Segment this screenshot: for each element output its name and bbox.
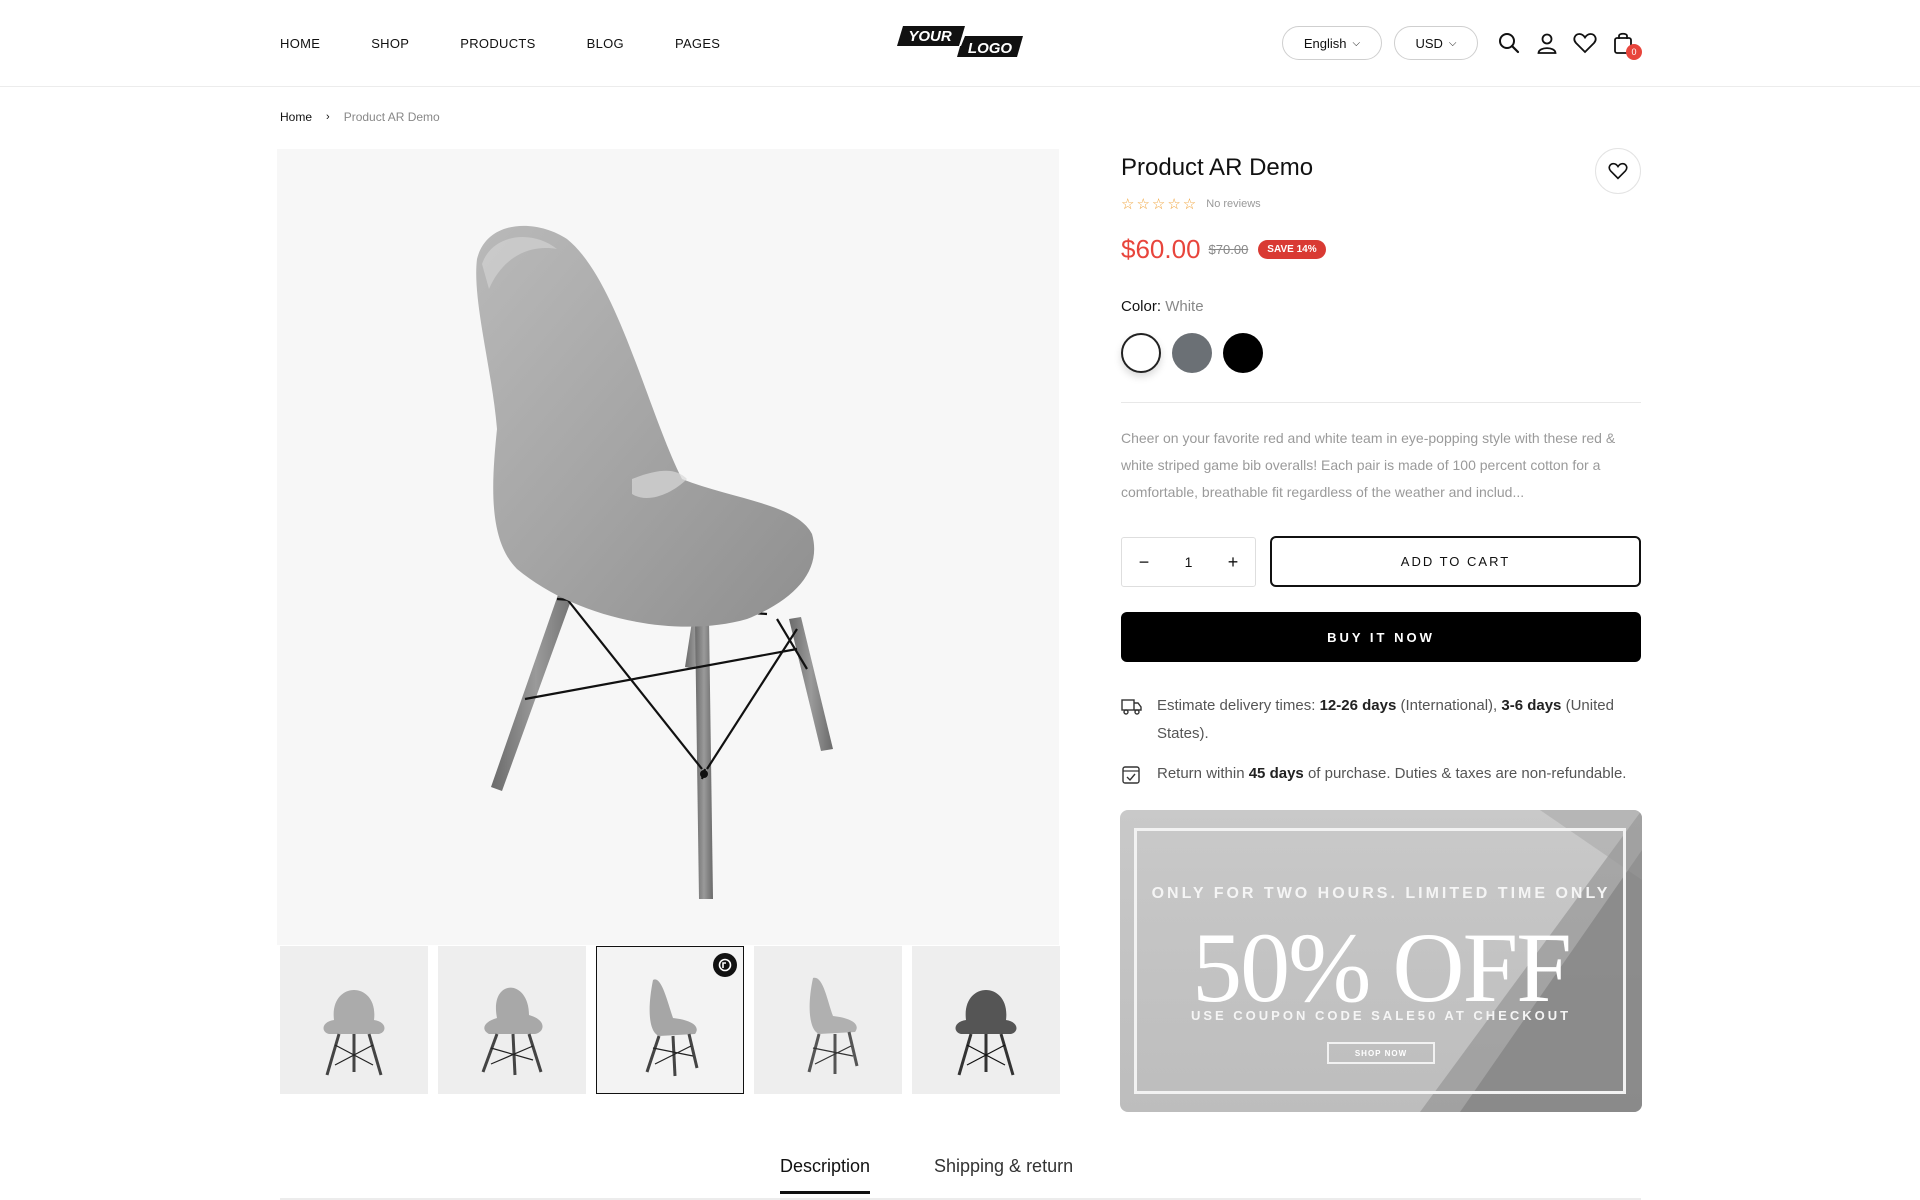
quantity-stepper: − 1 + bbox=[1121, 537, 1256, 587]
thumbnail-active[interactable] bbox=[596, 946, 744, 1094]
breadcrumb-home[interactable]: Home bbox=[280, 110, 312, 124]
delivery-intl-days: 12-26 days bbox=[1319, 697, 1397, 714]
thumbnail[interactable] bbox=[438, 946, 586, 1094]
add-to-wishlist-button[interactable] bbox=[1595, 148, 1641, 194]
banner-subtitle: ONLY FOR TWO HOURS. LIMITED TIME ONLY bbox=[1151, 885, 1611, 902]
search-icon[interactable] bbox=[1496, 30, 1522, 56]
buy-now-button[interactable]: BUY IT NOW bbox=[1121, 612, 1641, 662]
product-description: Cheer on your favorite red and white tea… bbox=[1121, 430, 1616, 500]
selected-color: White bbox=[1165, 298, 1204, 315]
promo-banner[interactable]: ONLY FOR TWO HOURS. LIMITED TIME ONLY 50… bbox=[1120, 810, 1642, 1112]
nav-shop[interactable]: SHOP bbox=[371, 36, 409, 51]
divider bbox=[1121, 402, 1641, 403]
chevron-down-icon: ⌵ bbox=[1448, 37, 1457, 49]
delivery-text: Estimate delivery times: 12-26 days (Int… bbox=[1157, 692, 1642, 748]
thumbnail[interactable] bbox=[754, 946, 902, 1094]
cart-count-badge: 0 bbox=[1626, 44, 1642, 60]
swatch-grey[interactable] bbox=[1172, 333, 1212, 373]
chair-thumb-image bbox=[955, 990, 1017, 1076]
breadcrumb-separator: › bbox=[326, 111, 330, 123]
account-icon[interactable] bbox=[1534, 30, 1560, 56]
return-suffix: of purchase. Duties & taxes are non-refu… bbox=[1307, 765, 1627, 782]
product-main-image[interactable] bbox=[277, 149, 1059, 945]
nav-pages[interactable]: PAGES bbox=[675, 36, 720, 51]
save-badge: SAVE 14% bbox=[1258, 240, 1326, 259]
return-prefix: Return within bbox=[1157, 765, 1245, 782]
product-title: Product AR Demo bbox=[1121, 154, 1314, 181]
header-actions: English ⌵ USD ⌵ 0 bbox=[1282, 26, 1642, 60]
tab-shipping-return[interactable]: Shipping & return bbox=[934, 1156, 1073, 1177]
product-rating: ☆☆☆☆☆ No reviews bbox=[1121, 195, 1261, 213]
review-count[interactable]: No reviews bbox=[1206, 198, 1260, 210]
chair-thumb-image bbox=[481, 987, 543, 1076]
ar-view-icon[interactable] bbox=[713, 953, 737, 977]
increase-quantity-button[interactable]: + bbox=[1223, 552, 1243, 573]
main-nav: HOME SHOP PRODUCTS BLOG PAGES bbox=[280, 0, 771, 87]
price-row: $60.00 $70.00 SAVE 14% bbox=[1121, 234, 1326, 265]
chair-thumb-image bbox=[807, 977, 859, 1074]
color-swatches bbox=[1121, 333, 1263, 373]
nav-home[interactable]: HOME bbox=[280, 36, 320, 51]
language-selector[interactable]: English ⌵ bbox=[1282, 26, 1382, 60]
nav-blog[interactable]: BLOG bbox=[587, 36, 624, 51]
wishlist-icon[interactable] bbox=[1572, 30, 1598, 56]
return-days: 45 days bbox=[1248, 765, 1304, 782]
delivery-us-days: 3-6 days bbox=[1501, 697, 1562, 714]
nav-products[interactable]: PRODUCTS bbox=[460, 36, 535, 51]
currency-selector[interactable]: USD ⌵ bbox=[1394, 26, 1478, 60]
star-rating-icons: ☆☆☆☆☆ bbox=[1121, 196, 1199, 213]
return-box-icon bbox=[1121, 760, 1157, 795]
compare-price: $70.00 bbox=[1208, 242, 1249, 257]
thumbnail[interactable] bbox=[912, 946, 1060, 1094]
return-info: Return within 45 days of purchase. Dutie… bbox=[1121, 760, 1642, 795]
product-tabs: Description Shipping & return bbox=[280, 1152, 1641, 1200]
breadcrumb-current: Product AR Demo bbox=[343, 110, 440, 124]
language-label: English bbox=[1303, 35, 1347, 51]
color-label-text: Color: bbox=[1121, 298, 1162, 315]
delivery-info: Estimate delivery times: 12-26 days (Int… bbox=[1121, 692, 1642, 748]
thumbnail[interactable] bbox=[280, 946, 428, 1094]
chevron-down-icon: ⌵ bbox=[1352, 37, 1361, 49]
delivery-intl-label: (International), bbox=[1400, 697, 1498, 714]
quantity-value[interactable]: 1 bbox=[1185, 554, 1193, 570]
banner-coupon-text: USE COUPON CODE SALE50 AT CHECKOUT bbox=[1190, 1008, 1572, 1023]
chair-thumb-image bbox=[323, 990, 385, 1076]
shop-now-button[interactable]: SHOP NOW bbox=[1327, 1042, 1435, 1064]
currency-label: USD bbox=[1415, 35, 1443, 51]
product-thumbnails bbox=[280, 946, 1060, 1094]
return-text: Return within 45 days of purchase. Dutie… bbox=[1157, 760, 1642, 795]
tab-description[interactable]: Description bbox=[780, 1156, 871, 1194]
site-header: HOME SHOP PRODUCTS BLOG PAGES YOUR LOGO … bbox=[0, 0, 1920, 87]
svg-text:YOUR: YOUR bbox=[908, 28, 952, 45]
breadcrumb: Home › Product AR Demo bbox=[280, 110, 440, 124]
color-label: Color: White bbox=[1121, 298, 1204, 315]
swatch-black[interactable] bbox=[1223, 333, 1263, 373]
swatch-white[interactable] bbox=[1121, 333, 1161, 373]
sale-price: $60.00 bbox=[1121, 234, 1201, 264]
svg-text:LOGO: LOGO bbox=[968, 40, 1012, 57]
chair-thumb-image bbox=[645, 979, 699, 1077]
chair-image bbox=[476, 225, 833, 899]
heart-icon bbox=[1608, 162, 1628, 180]
truck-icon bbox=[1121, 692, 1157, 748]
site-logo[interactable]: YOUR LOGO bbox=[895, 24, 1025, 60]
add-to-cart-button[interactable]: ADD TO CART bbox=[1270, 536, 1641, 587]
cart-icon[interactable]: 0 bbox=[1610, 30, 1642, 60]
delivery-prefix: Estimate delivery times: bbox=[1157, 697, 1316, 714]
decrease-quantity-button[interactable]: − bbox=[1134, 552, 1154, 573]
